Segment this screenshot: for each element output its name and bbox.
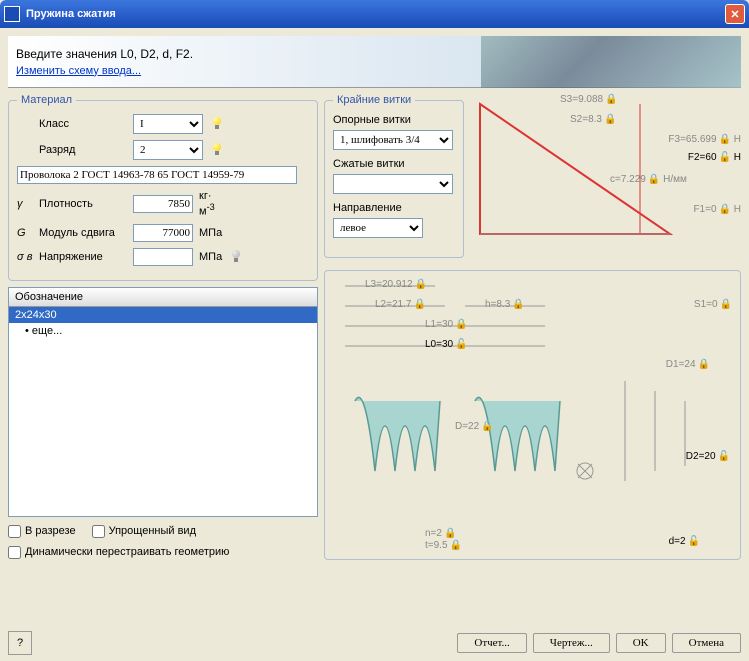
list-item-more[interactable]: • еще... (9, 323, 317, 339)
dynamic-check[interactable]: Динамически перестраивать геометрию (8, 546, 229, 559)
stress-unit: МПа (199, 251, 222, 263)
density-label: Плотность (39, 198, 129, 210)
section-check[interactable]: В разрезе (8, 525, 76, 538)
grade-label: Разряд (39, 144, 129, 156)
cancel-button[interactable]: Отмена (672, 633, 741, 653)
direction-label: Направление (333, 202, 455, 214)
support-select[interactable]: 1, шлифовать 3/4 (333, 130, 453, 150)
closed-select[interactable] (333, 174, 453, 194)
density-input[interactable] (133, 195, 193, 213)
close-button[interactable]: ✕ (725, 4, 745, 24)
grade-select[interactable]: 2 (133, 140, 203, 160)
density-unit: кг·м-3 (199, 190, 215, 218)
list-header: Обозначение (9, 288, 317, 307)
list-item[interactable]: 2x24x30 (9, 307, 317, 323)
simple-check[interactable]: Упрощенный вид (92, 525, 196, 538)
class-label: Класс (39, 118, 129, 130)
help-button[interactable]: ? (8, 631, 32, 655)
shear-label: Модуль сдвига (39, 227, 129, 239)
banner-image (481, 36, 741, 88)
material-panel: Материал Класс I Разряд 2 γ (8, 94, 318, 281)
bulb-icon (211, 117, 223, 131)
end-coils-legend: Крайние витки (333, 94, 415, 106)
ok-button[interactable]: OK (616, 633, 666, 653)
closed-label: Сжатые витки (333, 158, 455, 170)
bulb-icon (211, 143, 223, 157)
support-label: Опорные витки (333, 114, 455, 126)
bulb-icon (230, 250, 242, 264)
stress-input[interactable] (133, 248, 193, 266)
drawing-button[interactable]: Чертеж... (533, 633, 610, 653)
designation-list[interactable]: Обозначение 2x24x30 • еще... (8, 287, 318, 517)
prompt-text: Введите значения L0, D2, d, F2. (16, 47, 193, 61)
window-title: Пружина сжатия (26, 8, 725, 20)
class-select[interactable]: I (133, 114, 203, 134)
density-sym: γ (17, 198, 35, 210)
shear-input[interactable] (133, 224, 193, 242)
shear-sym: G (17, 227, 35, 239)
spring-diagram: L3=20.912🔒 L2=21.7🔒 h=8.3🔒 S1=0🔒 L1=30🔒 … (324, 270, 741, 560)
change-scheme-link[interactable]: Изменить схему ввода... (16, 65, 141, 77)
direction-select[interactable]: левое (333, 218, 423, 238)
report-button[interactable]: Отчет... (457, 633, 526, 653)
material-legend: Материал (17, 94, 76, 106)
stress-label: Напряжение (39, 251, 129, 263)
wire-input[interactable] (17, 166, 297, 184)
end-coils-panel: Крайние витки Опорные витки 1, шлифовать… (324, 94, 464, 258)
shear-unit: МПа (199, 227, 222, 239)
app-icon (4, 6, 20, 22)
stress-sym: σ в (17, 251, 35, 263)
